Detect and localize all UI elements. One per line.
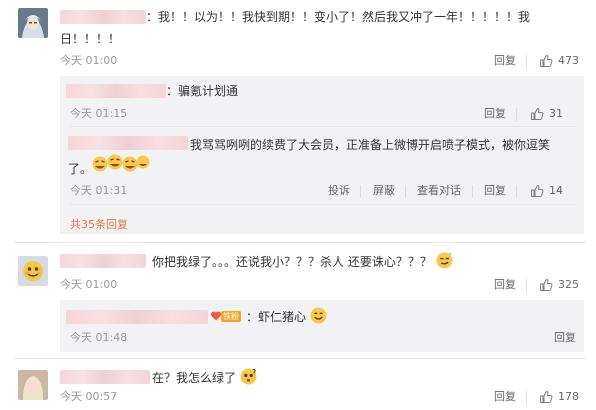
reply-text: ：骗氪计划通 xyxy=(166,84,239,98)
thumbs-up-icon xyxy=(531,184,544,197)
divider xyxy=(516,185,517,198)
divider xyxy=(526,55,527,68)
report-button[interactable]: 投诉 xyxy=(328,184,350,198)
divider xyxy=(14,358,586,359)
like-button[interactable]: 31 xyxy=(530,107,563,121)
like-button[interactable]: 325 xyxy=(539,278,579,292)
reply-button[interactable]: 回复 xyxy=(484,184,506,198)
comment-text: 日！！！！ xyxy=(60,32,121,46)
username[interactable] xyxy=(68,136,188,150)
reply-button[interactable]: 回复 xyxy=(484,107,506,121)
divider xyxy=(70,126,576,127)
avatar[interactable] xyxy=(18,256,48,286)
reply-list: ：骗氪计划通 今天 01:15 回复 31 我骂骂咧咧的续费了大会员，正准备上微… xyxy=(60,76,584,234)
timestamp: 今天 01:00 xyxy=(60,278,118,291)
comment-text: 在？我怎么绿了 xyxy=(152,368,257,387)
divider xyxy=(516,108,517,121)
smile-emoji-icon xyxy=(310,307,327,324)
view-dialog-button[interactable]: 查看对话 xyxy=(417,184,461,198)
like-button[interactable]: 178 xyxy=(539,390,579,404)
reply-button[interactable]: 回复 xyxy=(494,278,516,292)
divider xyxy=(472,185,473,198)
avatar[interactable] xyxy=(18,8,48,38)
thumbs-up-icon xyxy=(531,107,544,120)
timestamp: 今天 01:15 xyxy=(70,107,128,120)
like-count: 31 xyxy=(549,107,563,120)
divider xyxy=(360,185,361,198)
reply-text: 我骂骂咧咧的续费了大会员，正准备上微博开启喷子模式，被你逗笑 xyxy=(190,138,551,152)
reply-button[interactable]: 回复 xyxy=(494,54,516,68)
thumbs-up-icon xyxy=(540,390,553,403)
divider xyxy=(405,185,406,198)
thumbs-up-icon xyxy=(540,54,553,67)
divider xyxy=(526,279,527,292)
comment-text: ：我！！以为！！我快到期！！变小了！然后我又冲了一年！！！！！我 xyxy=(146,10,531,24)
username[interactable] xyxy=(60,254,146,268)
username[interactable] xyxy=(66,310,208,324)
fan-badge: 铁粉 xyxy=(210,309,241,323)
reply-button[interactable]: 回复 xyxy=(554,331,576,345)
like-count: 178 xyxy=(558,390,579,403)
timestamp: 今天 01:48 xyxy=(70,331,128,344)
comment-text-content: 你把我绿了。。。还说我小？？？杀人 还要诛心？？？ xyxy=(152,255,432,269)
avatar[interactable] xyxy=(18,370,48,400)
like-button[interactable]: 14 xyxy=(530,184,563,198)
confused-emoji-icon xyxy=(240,368,257,385)
badge-label: 铁粉 xyxy=(221,310,241,322)
comment-text: 你把我绿了。。。还说我小？？？杀人 还要诛心？？？ xyxy=(152,252,453,271)
like-count: 473 xyxy=(558,54,579,67)
username[interactable] xyxy=(60,10,146,24)
username[interactable] xyxy=(60,370,150,384)
reply-text: ：虾仁猪心 xyxy=(246,307,327,326)
like-count: 14 xyxy=(549,184,563,197)
block-button[interactable]: 屏蔽 xyxy=(373,184,395,198)
reply-text-content: ：虾仁猪心 xyxy=(246,310,307,324)
timestamp: 今天 01:31 xyxy=(70,184,128,197)
smirk-emoji-icon xyxy=(436,252,453,269)
divider xyxy=(70,204,576,205)
thumbs-up-icon xyxy=(540,278,553,291)
divider xyxy=(526,391,527,404)
reply-button[interactable]: 回复 xyxy=(494,390,516,404)
like-count: 325 xyxy=(558,278,579,291)
like-button[interactable]: 473 xyxy=(539,54,579,68)
comment-text-content: 在？我怎么绿了 xyxy=(152,371,237,385)
more-replies-link[interactable]: 共35条回复 xyxy=(70,216,128,232)
laughing-emoji-icon xyxy=(92,154,150,172)
reply-list: 铁粉 ：虾仁猪心 今天 01:48 回复 xyxy=(60,300,584,352)
timestamp: 今天 00:57 xyxy=(60,390,118,403)
username[interactable] xyxy=(66,84,166,98)
timestamp: 今天 01:00 xyxy=(60,54,118,67)
divider xyxy=(14,242,586,243)
emoji-group xyxy=(82,150,152,174)
